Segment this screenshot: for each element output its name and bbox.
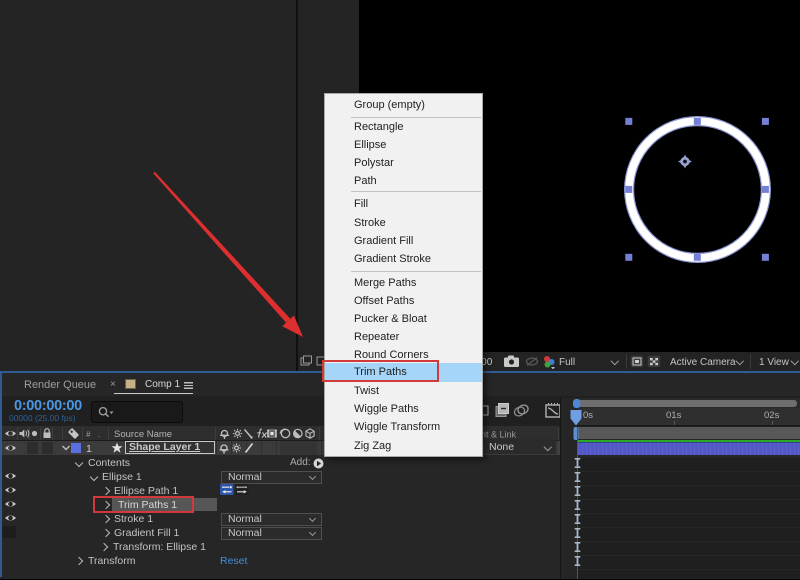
svg-text:.: . — [98, 430, 100, 439]
svg-text:Source Name: Source Name — [114, 429, 172, 440]
svg-text:1: 1 — [86, 443, 92, 455]
svg-text:#: # — [86, 430, 91, 439]
